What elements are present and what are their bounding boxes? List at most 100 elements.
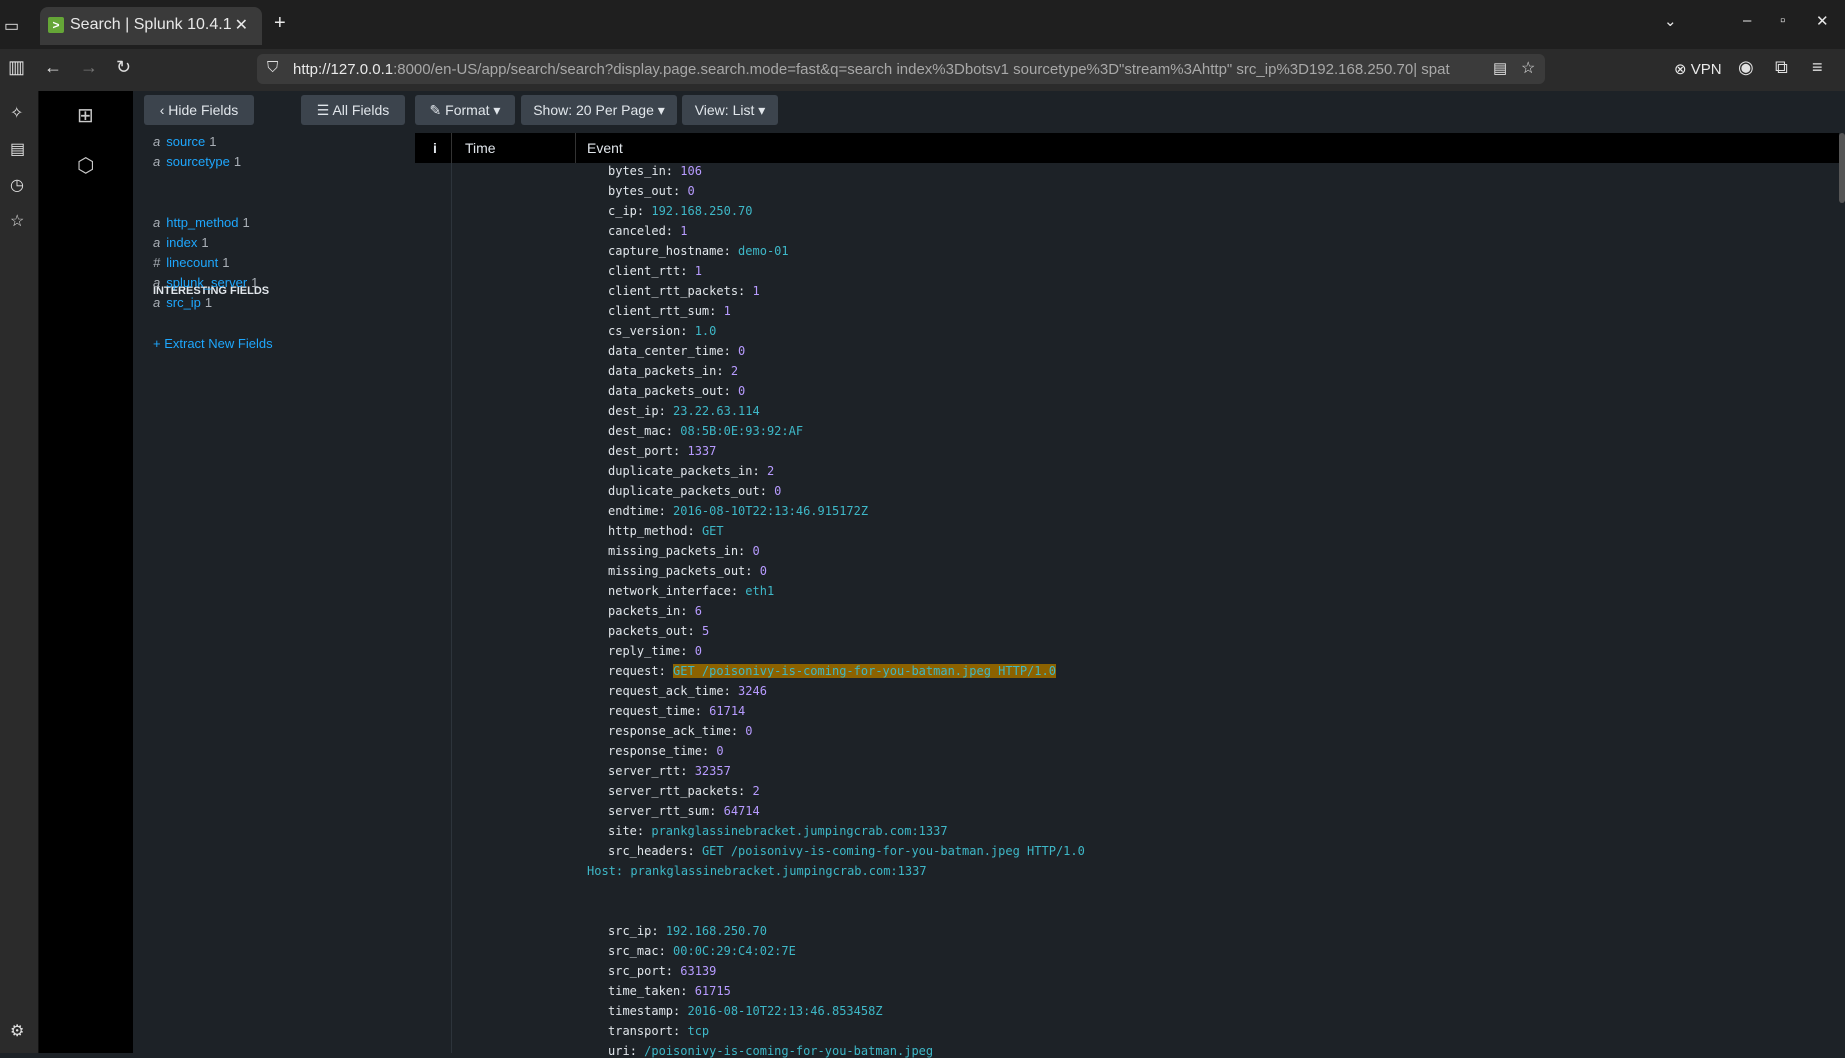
tab-title: Search | Splunk 10.4.1 bbox=[70, 16, 232, 33]
event-field-request-time: request_time: 61714 bbox=[608, 704, 746, 718]
vpn-button[interactable]: ⊗ VPN bbox=[1674, 60, 1722, 78]
field-value[interactable]: 1 bbox=[753, 284, 760, 298]
window-close-icon[interactable]: ✕ bbox=[1816, 12, 1829, 30]
history-icon[interactable]: ◷ bbox=[10, 175, 24, 195]
close-tab-icon[interactable]: ✕ bbox=[235, 15, 248, 35]
info-column-header: i bbox=[433, 140, 437, 156]
field-value[interactable]: 1337 bbox=[687, 444, 716, 458]
show-per-page-button[interactable]: Show: 20 Per Page ▾ bbox=[521, 95, 677, 125]
field-value[interactable]: 1.0 bbox=[695, 324, 717, 338]
field-value[interactable]: GET /poisonivy-is-coming-for-you-batman.… bbox=[702, 844, 1085, 858]
time-column-header[interactable]: Time bbox=[465, 140, 496, 156]
view-mode-button[interactable]: View: List ▾ bbox=[682, 95, 778, 125]
event-field-request: request: GET /poisonivy-is-coming-for-yo… bbox=[608, 664, 1056, 678]
sidebar-toggle-icon[interactable]: ▥ bbox=[8, 57, 25, 78]
address-bar[interactable]: ⛉ http://127.0.0.1:8000/en-US/app/search… bbox=[257, 54, 1545, 84]
selected-field-source[interactable]: a source 1 bbox=[153, 134, 217, 149]
field-value[interactable]: demo-01 bbox=[738, 244, 789, 258]
minimize-icon[interactable]: – bbox=[1743, 12, 1751, 29]
host-header-value[interactable]: Host: prankglassinebracket.jumpingcrab.c… bbox=[587, 864, 927, 878]
extensions-icon[interactable]: ⧉ bbox=[1775, 57, 1788, 78]
tab-list-icon[interactable]: ▭ bbox=[4, 16, 19, 36]
forward-icon[interactable]: → bbox=[80, 57, 98, 78]
field-http-method[interactable]: a http_method 1 bbox=[153, 215, 250, 230]
field-value[interactable]: 61715 bbox=[695, 984, 731, 998]
profile-icon[interactable]: ◉ bbox=[1738, 57, 1754, 78]
field-value[interactable]: 1 bbox=[724, 304, 731, 318]
site-info-icon[interactable]: ⛉ bbox=[267, 59, 278, 76]
field-value[interactable]: prankglassinebracket.jumpingcrab.com:133… bbox=[651, 824, 947, 838]
field-value[interactable]: 64714 bbox=[724, 804, 760, 818]
field-value[interactable]: 5 bbox=[702, 624, 709, 638]
field-value[interactable]: 106 bbox=[680, 164, 702, 178]
back-icon[interactable]: ← bbox=[44, 57, 62, 78]
event-field-src-port: src_port: 63139 bbox=[608, 964, 717, 978]
field-value[interactable]: 0 bbox=[753, 544, 760, 558]
field-value[interactable]: 192.168.250.70 bbox=[666, 924, 767, 938]
event-field-server-rtt: server_rtt: 32357 bbox=[608, 764, 731, 778]
field-src-ip[interactable]: a src_ip 1 bbox=[153, 295, 212, 310]
field-value[interactable]: 08:5B:0E:93:92:AF bbox=[680, 424, 803, 438]
event-field-data-packets-out: data_packets_out: 0 bbox=[608, 384, 746, 398]
new-tab-icon[interactable]: + bbox=[274, 12, 286, 35]
field-value[interactable]: 0 bbox=[738, 384, 745, 398]
menu-icon[interactable]: ≡ bbox=[1812, 57, 1823, 78]
tab-dropdown-icon[interactable]: ⌄ bbox=[1664, 12, 1677, 30]
field-value[interactable]: 6 bbox=[695, 604, 702, 618]
field-value[interactable]: GET bbox=[702, 524, 724, 538]
field-value[interactable]: 2 bbox=[731, 364, 738, 378]
field-value[interactable]: 0 bbox=[716, 744, 723, 758]
field-value[interactable]: 32357 bbox=[695, 764, 731, 778]
field-value[interactable]: 00:0C:29:C4:02:7E bbox=[673, 944, 796, 958]
field-value[interactable]: 61714 bbox=[709, 704, 745, 718]
field-value[interactable]: 0 bbox=[760, 564, 767, 578]
field-splunk-server[interactable]: a splunk_server 1 bbox=[153, 275, 258, 290]
field-value[interactable]: 23.22.63.114 bbox=[673, 404, 760, 418]
splunk-favicon-icon: > bbox=[48, 17, 64, 33]
results-scrollbar[interactable] bbox=[1839, 133, 1845, 1053]
field-value[interactable]: /poisonivy-is-coming-for-you-batman.jpeg bbox=[644, 1044, 933, 1058]
field-linecount[interactable]: # linecount 1 bbox=[153, 255, 230, 270]
field-value[interactable]: 63139 bbox=[680, 964, 716, 978]
event-field-packets-in: packets_in: 6 bbox=[608, 604, 702, 618]
reading-list-icon[interactable]: ▤ bbox=[10, 139, 25, 159]
cube-icon[interactable]: ⬡ bbox=[77, 153, 94, 178]
field-value[interactable]: 192.168.250.70 bbox=[651, 204, 752, 218]
format-button[interactable]: ✎ Format ▾ bbox=[415, 95, 515, 125]
ai-sparkle-icon[interactable]: ✧ bbox=[10, 103, 23, 123]
field-value[interactable]: eth1 bbox=[745, 584, 774, 598]
column-separator bbox=[451, 133, 452, 163]
field-value[interactable]: 2016-08-10T22:13:46.915172Z bbox=[673, 504, 868, 518]
selected-field-sourcetype[interactable]: a sourcetype 1 bbox=[153, 154, 241, 169]
reload-icon[interactable]: ↻ bbox=[116, 57, 131, 78]
bookmarks-icon[interactable]: ☆ bbox=[10, 211, 24, 231]
field-value[interactable]: 0 bbox=[687, 184, 694, 198]
all-fields-button[interactable]: ☰ All Fields bbox=[301, 95, 405, 125]
field-value[interactable]: 1 bbox=[680, 224, 687, 238]
reader-icon[interactable]: ▤ bbox=[1493, 59, 1507, 77]
field-index[interactable]: a index 1 bbox=[153, 235, 209, 250]
browser-tab[interactable]: > Search | Splunk 10.4.1 ✕ bbox=[40, 7, 262, 45]
event-column-header[interactable]: Event bbox=[587, 140, 623, 156]
field-value[interactable]: 0 bbox=[738, 344, 745, 358]
field-value[interactable]: 2016-08-10T22:13:46.853458Z bbox=[687, 1004, 882, 1018]
field-value[interactable]: 2 bbox=[767, 464, 774, 478]
field-value[interactable]: 0 bbox=[745, 724, 752, 738]
field-value[interactable]: 1 bbox=[695, 264, 702, 278]
field-value[interactable]: GET /poisonivy-is-coming-for-you-batman.… bbox=[673, 664, 1056, 678]
hide-fields-button[interactable]: ‹ Hide Fields bbox=[144, 95, 254, 125]
event-field-missing-packets-in: missing_packets_in: 0 bbox=[608, 544, 760, 558]
field-value[interactable]: 0 bbox=[695, 644, 702, 658]
maximize-icon[interactable]: ▫ bbox=[1780, 12, 1785, 29]
field-value[interactable]: tcp bbox=[687, 1024, 709, 1038]
field-value[interactable]: 0 bbox=[774, 484, 781, 498]
field-value[interactable]: 3246 bbox=[738, 684, 767, 698]
extract-new-fields-link[interactable]: + Extract New Fields bbox=[153, 336, 273, 351]
event-field-packets-out: packets_out: 5 bbox=[608, 624, 710, 638]
scrollbar-thumb[interactable] bbox=[1839, 133, 1845, 203]
settings-gear-icon[interactable]: ⚙ bbox=[10, 1021, 24, 1041]
apps-grid-icon[interactable]: ⊞ bbox=[77, 103, 94, 128]
browser-sidebar: ✧ ▤ ◷ ☆ ⚙ bbox=[0, 91, 39, 1053]
field-value[interactable]: 2 bbox=[753, 784, 760, 798]
bookmark-star-icon[interactable]: ☆ bbox=[1521, 58, 1535, 78]
